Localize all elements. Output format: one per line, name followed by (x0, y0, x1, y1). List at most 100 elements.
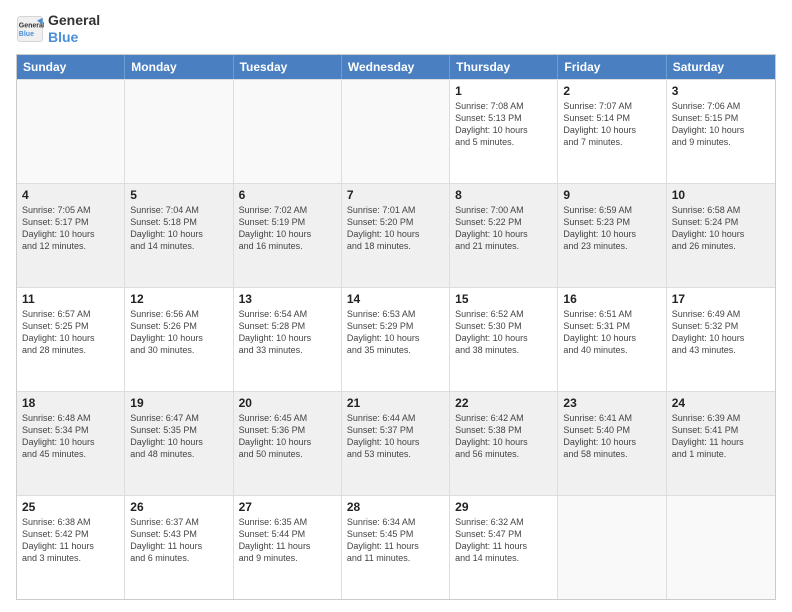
cell-day-number: 7 (347, 188, 444, 202)
header-cell-friday: Friday (558, 55, 666, 79)
cell-day-number: 12 (130, 292, 227, 306)
cell-day-info: Sunrise: 6:47 AM Sunset: 5:35 PM Dayligh… (130, 412, 227, 461)
calendar-cell: 8 Sunrise: 7:00 AM Sunset: 5:22 PM Daylig… (450, 184, 558, 287)
calendar-cell: 19Sunrise: 6:47 AM Sunset: 5:35 PM Dayli… (125, 392, 233, 495)
calendar-cell: 14 Sunrise: 6:53 AM Sunset: 5:29 PM Dayli… (342, 288, 450, 391)
cell-day-number: 14 (347, 292, 444, 306)
calendar: SundayMondayTuesdayWednesdayThursdayFrid… (16, 54, 776, 600)
calendar-cell (667, 496, 775, 599)
cell-day-info: Sunrise: 7:01 AM Sunset: 5:20 PM Dayligh… (347, 204, 444, 253)
calendar-cell: 29 Sunrise: 6:32 AM Sunset: 5:47 PM Dayli… (450, 496, 558, 599)
cell-day-number: 26 (130, 500, 227, 514)
calendar-cell: 12 Sunrise: 6:56 AM Sunset: 5:26 PM Dayli… (125, 288, 233, 391)
cell-day-info: Sunrise: 6:45 AM Sunset: 5:36 PM Dayligh… (239, 412, 336, 461)
cell-day-number: 9 (563, 188, 660, 202)
svg-text:General: General (19, 22, 44, 29)
cell-day-number: 5 (130, 188, 227, 202)
cell-day-info: Sunrise: 7:06 AM Sunset: 5:15 PM Dayligh… (672, 100, 770, 149)
cell-day-number: 18 (22, 396, 119, 410)
calendar-cell: 21 Sunrise: 6:44 AM Sunset: 5:37 PM Dayli… (342, 392, 450, 495)
calendar-cell: 11 Sunrise: 6:57 AM Sunset: 5:25 PM Dayli… (17, 288, 125, 391)
calendar-body: 1Sunrise: 7:08 AM Sunset: 5:13 PM Daylig… (17, 79, 775, 599)
calendar-cell: 4Sunrise: 7:05 AM Sunset: 5:17 PM Daylig… (17, 184, 125, 287)
header-cell-thursday: Thursday (450, 55, 558, 79)
calendar-cell: 23Sunrise: 6:41 AM Sunset: 5:40 PM Dayli… (558, 392, 666, 495)
cell-day-number: 22 (455, 396, 552, 410)
calendar-cell: 1Sunrise: 7:08 AM Sunset: 5:13 PM Daylig… (450, 80, 558, 183)
cell-day-number: 8 (455, 188, 552, 202)
cell-day-number: 3 (672, 84, 770, 98)
header-cell-monday: Monday (125, 55, 233, 79)
cell-day-info: Sunrise: 7:04 AM Sunset: 5:18 PM Dayligh… (130, 204, 227, 253)
calendar-cell: 5 Sunrise: 7:04 AM Sunset: 5:18 PM Daylig… (125, 184, 233, 287)
cell-day-info: Sunrise: 6:38 AM Sunset: 5:42 PM Dayligh… (22, 516, 119, 565)
cell-day-info: Sunrise: 6:35 AM Sunset: 5:44 PM Dayligh… (239, 516, 336, 565)
cell-day-info: Sunrise: 7:07 AM Sunset: 5:14 PM Dayligh… (563, 100, 660, 149)
cell-day-info: Sunrise: 6:51 AM Sunset: 5:31 PM Dayligh… (563, 308, 660, 357)
cell-day-number: 27 (239, 500, 336, 514)
cell-day-info: Sunrise: 6:41 AM Sunset: 5:40 PM Dayligh… (563, 412, 660, 461)
calendar-cell: 9 Sunrise: 6:59 AM Sunset: 5:23 PM Daylig… (558, 184, 666, 287)
cell-day-info: Sunrise: 6:54 AM Sunset: 5:28 PM Dayligh… (239, 308, 336, 357)
header-cell-wednesday: Wednesday (342, 55, 450, 79)
cell-day-info: Sunrise: 6:34 AM Sunset: 5:45 PM Dayligh… (347, 516, 444, 565)
calendar-cell: 13 Sunrise: 6:54 AM Sunset: 5:28 PM Dayli… (234, 288, 342, 391)
calendar-cell: 17 Sunrise: 6:49 AM Sunset: 5:32 PM Dayli… (667, 288, 775, 391)
calendar-cell (17, 80, 125, 183)
header: General Blue General Blue (16, 12, 776, 46)
cell-day-info: Sunrise: 7:05 AM Sunset: 5:17 PM Dayligh… (22, 204, 119, 253)
cell-day-number: 28 (347, 500, 444, 514)
cell-day-number: 2 (563, 84, 660, 98)
header-cell-sunday: Sunday (17, 55, 125, 79)
cell-day-number: 29 (455, 500, 552, 514)
cell-day-number: 20 (239, 396, 336, 410)
logo-icon: General Blue (16, 15, 44, 43)
calendar-cell: 25Sunrise: 6:38 AM Sunset: 5:42 PM Dayli… (17, 496, 125, 599)
calendar-cell: 24 Sunrise: 6:39 AM Sunset: 5:41 PM Dayli… (667, 392, 775, 495)
calendar-cell (342, 80, 450, 183)
calendar-cell: 20 Sunrise: 6:45 AM Sunset: 5:36 PM Dayli… (234, 392, 342, 495)
cell-day-info: Sunrise: 6:52 AM Sunset: 5:30 PM Dayligh… (455, 308, 552, 357)
page: General Blue General Blue SundayMondayTu… (0, 0, 792, 612)
calendar-cell: 16Sunrise: 6:51 AM Sunset: 5:31 PM Dayli… (558, 288, 666, 391)
cell-day-info: Sunrise: 7:02 AM Sunset: 5:19 PM Dayligh… (239, 204, 336, 253)
cell-day-info: Sunrise: 7:00 AM Sunset: 5:22 PM Dayligh… (455, 204, 552, 253)
calendar-cell: 26 Sunrise: 6:37 AM Sunset: 5:43 PM Dayli… (125, 496, 233, 599)
calendar-cell: 15Sunrise: 6:52 AM Sunset: 5:30 PM Dayli… (450, 288, 558, 391)
cell-day-number: 24 (672, 396, 770, 410)
calendar-row-1: 1Sunrise: 7:08 AM Sunset: 5:13 PM Daylig… (17, 79, 775, 183)
calendar-cell: 7 Sunrise: 7:01 AM Sunset: 5:20 PM Daylig… (342, 184, 450, 287)
cell-day-info: Sunrise: 6:53 AM Sunset: 5:29 PM Dayligh… (347, 308, 444, 357)
cell-day-info: Sunrise: 6:57 AM Sunset: 5:25 PM Dayligh… (22, 308, 119, 357)
header-cell-saturday: Saturday (667, 55, 775, 79)
calendar-cell (558, 496, 666, 599)
calendar-row-3: 11 Sunrise: 6:57 AM Sunset: 5:25 PM Dayli… (17, 287, 775, 391)
cell-day-info: Sunrise: 6:32 AM Sunset: 5:47 PM Dayligh… (455, 516, 552, 565)
calendar-cell: 18Sunrise: 6:48 AM Sunset: 5:34 PM Dayli… (17, 392, 125, 495)
cell-day-info: Sunrise: 6:37 AM Sunset: 5:43 PM Dayligh… (130, 516, 227, 565)
cell-day-info: Sunrise: 6:49 AM Sunset: 5:32 PM Dayligh… (672, 308, 770, 357)
calendar-row-4: 18Sunrise: 6:48 AM Sunset: 5:34 PM Dayli… (17, 391, 775, 495)
cell-day-number: 21 (347, 396, 444, 410)
cell-day-info: Sunrise: 6:56 AM Sunset: 5:26 PM Dayligh… (130, 308, 227, 357)
cell-day-number: 11 (22, 292, 119, 306)
logo-text: General Blue (48, 12, 100, 46)
cell-day-info: Sunrise: 6:44 AM Sunset: 5:37 PM Dayligh… (347, 412, 444, 461)
cell-day-number: 1 (455, 84, 552, 98)
cell-day-number: 13 (239, 292, 336, 306)
cell-day-info: Sunrise: 6:59 AM Sunset: 5:23 PM Dayligh… (563, 204, 660, 253)
cell-day-info: Sunrise: 6:58 AM Sunset: 5:24 PM Dayligh… (672, 204, 770, 253)
calendar-cell (125, 80, 233, 183)
cell-day-number: 17 (672, 292, 770, 306)
cell-day-info: Sunrise: 6:42 AM Sunset: 5:38 PM Dayligh… (455, 412, 552, 461)
calendar-cell: 6 Sunrise: 7:02 AM Sunset: 5:19 PM Daylig… (234, 184, 342, 287)
calendar-row-2: 4Sunrise: 7:05 AM Sunset: 5:17 PM Daylig… (17, 183, 775, 287)
cell-day-info: Sunrise: 6:39 AM Sunset: 5:41 PM Dayligh… (672, 412, 770, 461)
logo: General Blue General Blue (16, 12, 100, 46)
cell-day-number: 6 (239, 188, 336, 202)
calendar-cell: 3 Sunrise: 7:06 AM Sunset: 5:15 PM Daylig… (667, 80, 775, 183)
svg-text:Blue: Blue (19, 31, 34, 38)
calendar-header: SundayMondayTuesdayWednesdayThursdayFrid… (17, 55, 775, 79)
header-cell-tuesday: Tuesday (234, 55, 342, 79)
calendar-row-5: 25Sunrise: 6:38 AM Sunset: 5:42 PM Dayli… (17, 495, 775, 599)
